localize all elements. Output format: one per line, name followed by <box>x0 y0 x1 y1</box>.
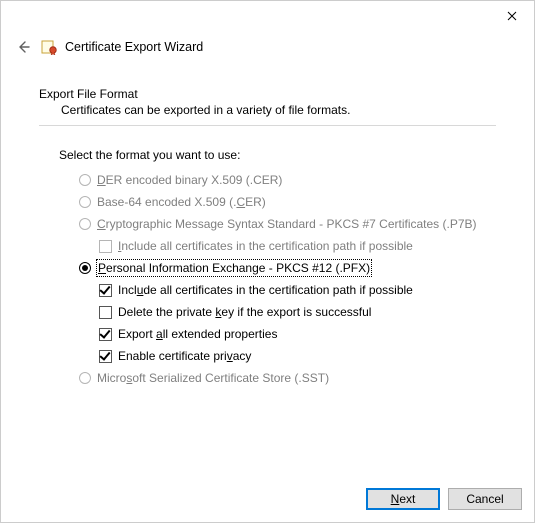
checkbox-label: Delete the private key if the export is … <box>118 304 371 320</box>
footer-buttons: Next Cancel <box>366 488 522 510</box>
check-pfx-privacy[interactable]: Enable certificate privacy <box>99 348 496 364</box>
check-pfx-include[interactable]: Include all certificates in the certific… <box>99 282 496 298</box>
radio-label: Base-64 encoded X.509 (.CER) <box>97 194 266 210</box>
checkbox-icon <box>99 240 112 253</box>
format-prompt: Select the format you want to use: <box>59 148 496 162</box>
section-subtext: Certificates can be exported in a variet… <box>39 103 496 117</box>
back-arrow-icon <box>15 39 31 55</box>
checkbox-icon <box>99 284 112 297</box>
section-heading: Export File Format <box>39 87 496 101</box>
radio-base64: Base-64 encoded X.509 (.CER) <box>79 194 496 210</box>
close-icon <box>507 11 517 21</box>
checkbox-icon <box>99 328 112 341</box>
divider <box>39 125 496 126</box>
radio-icon <box>79 262 91 274</box>
radio-label: DER encoded binary X.509 (.CER) <box>97 172 282 188</box>
titlebar <box>1 1 534 31</box>
check-pkcs7-include: Include all certificates in the certific… <box>99 238 496 254</box>
checkbox-label: Enable certificate privacy <box>118 348 251 364</box>
radio-icon <box>79 218 91 230</box>
checkbox-label: Include all certificates in the certific… <box>118 238 413 254</box>
format-options: DER encoded binary X.509 (.CER) Base-64 … <box>79 172 496 386</box>
radio-label: Personal Information Exchange - PKCS #12… <box>97 260 371 276</box>
radio-label: Cryptographic Message Syntax Standard - … <box>97 216 477 232</box>
cancel-button[interactable]: Cancel <box>448 488 522 510</box>
check-pfx-delete[interactable]: Delete the private key if the export is … <box>99 304 496 320</box>
radio-sst: Microsoft Serialized Certificate Store (… <box>79 370 496 386</box>
radio-der: DER encoded binary X.509 (.CER) <box>79 172 496 188</box>
check-pfx-extended[interactable]: Export all extended properties <box>99 326 496 342</box>
wizard-title: Certificate Export Wizard <box>65 40 203 54</box>
back-button[interactable] <box>13 37 33 57</box>
checkbox-icon <box>99 350 112 363</box>
checkbox-label: Include all certificates in the certific… <box>118 282 413 298</box>
checkbox-icon <box>99 306 112 319</box>
wizard-header: Certificate Export Wizard <box>1 31 534 59</box>
next-button[interactable]: Next <box>366 488 440 510</box>
radio-label: Microsoft Serialized Certificate Store (… <box>97 370 329 386</box>
wizard-content: Export File Format Certificates can be e… <box>1 59 534 386</box>
radio-icon <box>79 174 91 186</box>
radio-pkcs7: Cryptographic Message Syntax Standard - … <box>79 216 496 232</box>
radio-icon <box>79 372 91 384</box>
certificate-icon <box>41 39 57 55</box>
radio-pfx[interactable]: Personal Information Exchange - PKCS #12… <box>79 260 496 276</box>
checkbox-label: Export all extended properties <box>118 326 277 342</box>
radio-icon <box>79 196 91 208</box>
close-button[interactable] <box>490 1 534 31</box>
